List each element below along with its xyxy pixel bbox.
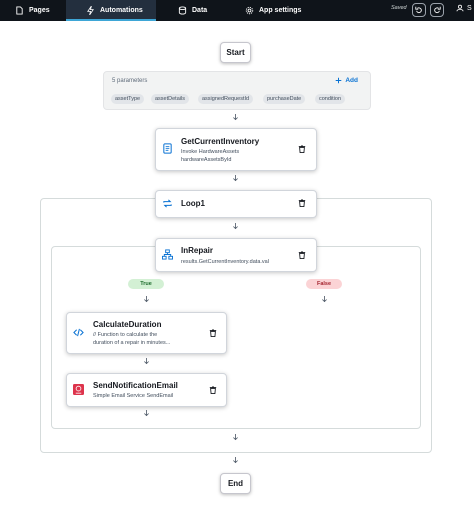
trash-icon[interactable]	[298, 145, 306, 153]
end-label: End	[227, 479, 244, 488]
redo-icon	[434, 6, 441, 14]
tab-pages-label: Pages	[29, 7, 50, 14]
step-detail: hardwareAssetsById	[181, 157, 232, 163]
code-icon	[73, 328, 84, 337]
step-title: InRepair	[181, 246, 214, 255]
step-detail: duration of a repair in minutes...	[93, 340, 171, 346]
step-detail: Simple Email Service SendEmail	[93, 393, 174, 399]
trash-icon[interactable]	[209, 329, 217, 337]
true-branch-label: True	[140, 281, 152, 287]
down-arrow-icon	[233, 175, 238, 182]
end-node[interactable]: End	[220, 473, 251, 494]
down-arrow-icon	[144, 296, 149, 303]
parameter-chip[interactable]: condition	[315, 94, 346, 104]
user-initial: S	[467, 4, 472, 12]
down-arrow-icon	[233, 434, 238, 441]
down-arrow-icon	[144, 410, 149, 417]
parameter-chip[interactable]: assetDetails	[151, 94, 189, 104]
trash-icon[interactable]	[298, 199, 306, 207]
gear-icon	[245, 6, 254, 15]
parameter-chip[interactable]: assetType	[111, 94, 145, 104]
true-branch-badge: True	[128, 279, 164, 289]
step-calculate-duration[interactable]: CalculateDuration // Function to calcula…	[66, 312, 227, 354]
tab-data[interactable]: Data	[178, 0, 207, 21]
document-icon	[163, 143, 172, 154]
step-title: Loop1	[181, 199, 205, 208]
step-get-current-inventory[interactable]: GetCurrentInventory Invoke HardwareAsset…	[155, 128, 317, 171]
tab-automations-label: Automations	[100, 7, 143, 14]
parameter-chip[interactable]: purchaseDate	[263, 94, 306, 104]
undo-icon	[415, 6, 422, 14]
lightning-icon	[87, 6, 94, 15]
parameter-chip[interactable]: assignedRequestId	[198, 94, 254, 104]
top-nav-bar: Pages Automations Data App settings Save…	[0, 0, 474, 21]
user-menu[interactable]: S	[456, 4, 472, 12]
down-arrow-icon	[233, 457, 238, 464]
step-send-notification-email[interactable]: SendNotificationEmail Simple Email Servi…	[66, 373, 227, 407]
branch-icon	[162, 249, 173, 260]
start-node[interactable]: Start	[220, 42, 251, 63]
step-detail: results.GetCurrentInventory.data.val	[181, 259, 269, 265]
tab-app-settings[interactable]: App settings	[245, 0, 301, 21]
email-service-icon	[73, 384, 84, 395]
loop-icon	[163, 199, 172, 208]
step-title: CalculateDuration	[93, 320, 162, 329]
down-arrow-icon	[144, 358, 149, 365]
page-icon	[16, 6, 23, 15]
false-branch-badge: False	[306, 279, 342, 289]
step-detail: // Function to calculate the	[93, 332, 158, 338]
down-arrow-icon	[322, 296, 327, 303]
tab-automations[interactable]: Automations	[66, 0, 156, 21]
user-icon	[456, 4, 464, 12]
saved-status: Saved	[391, 5, 407, 11]
tab-pages[interactable]: Pages	[15, 0, 50, 21]
database-icon	[178, 6, 187, 15]
step-title: SendNotificationEmail	[93, 381, 178, 390]
step-in-repair[interactable]: InRepair results.GetCurrentInventory.dat…	[155, 238, 317, 272]
tab-data-label: Data	[192, 7, 208, 14]
step-detail: Invoke HardwareAssets	[181, 149, 240, 155]
tab-app-settings-label: App settings	[259, 7, 302, 14]
add-parameter-button[interactable]: Add	[335, 77, 358, 84]
trash-icon[interactable]	[298, 251, 306, 259]
down-arrow-icon	[233, 114, 238, 121]
plus-icon	[336, 77, 342, 84]
step-loop1[interactable]: Loop1	[155, 190, 317, 218]
trash-icon[interactable]	[209, 386, 217, 394]
add-parameter-label: Add	[345, 77, 358, 84]
undo-button[interactable]	[412, 3, 426, 17]
down-arrow-icon	[233, 223, 238, 230]
start-label: Start	[226, 48, 245, 57]
parameters-panel: 5 parameters Add assetType assetDetails …	[103, 71, 371, 110]
step-title: GetCurrentInventory	[181, 137, 260, 146]
false-branch-label: False	[316, 281, 332, 287]
parameters-count: 5 parameters	[112, 78, 148, 84]
redo-button[interactable]	[430, 3, 444, 17]
